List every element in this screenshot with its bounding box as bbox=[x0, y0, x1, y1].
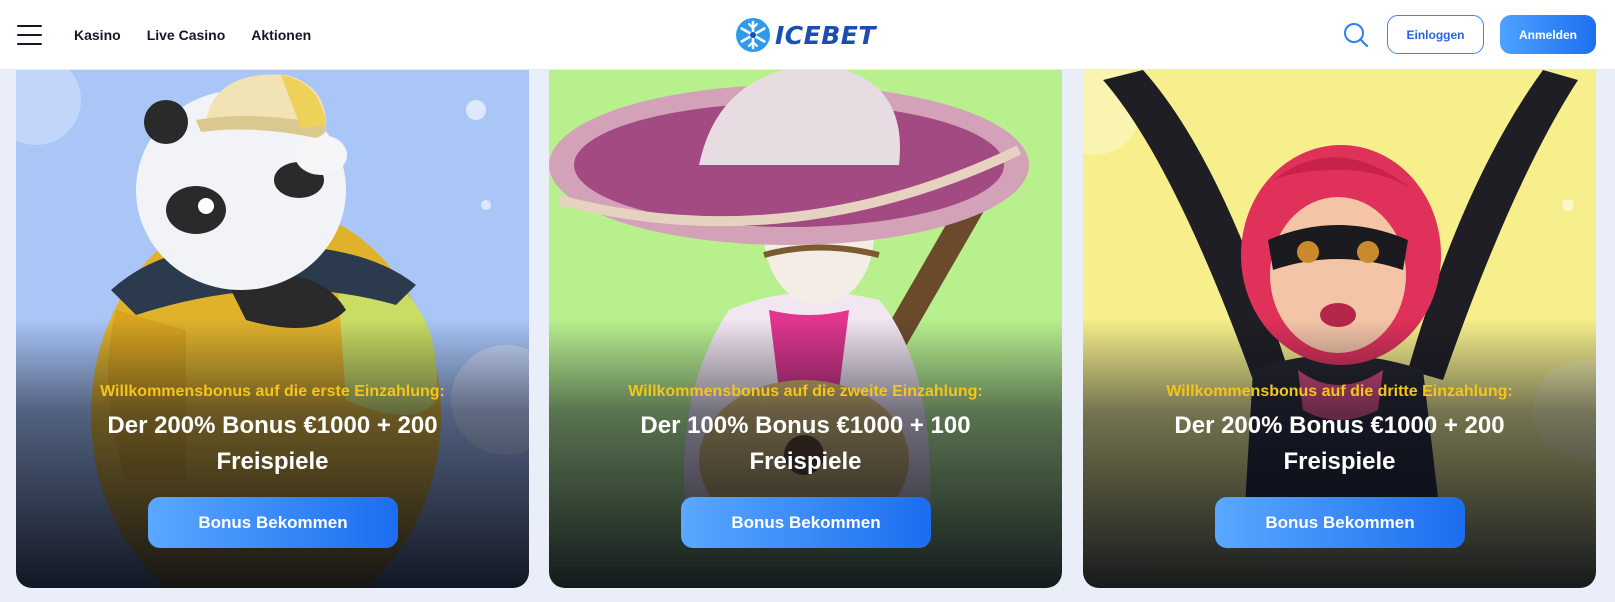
get-bonus-button[interactable]: Bonus Bekommen bbox=[148, 497, 398, 548]
card-subtitle: Willkommensbonus auf die erste Einzahlun… bbox=[100, 383, 445, 400]
card-title: Der 100% Bonus €1000 + 100 Freispiele bbox=[640, 412, 971, 475]
card-title: Der 200% Bonus €1000 + 200 Freispiele bbox=[1174, 412, 1505, 475]
nav-live-casino[interactable]: Live Casino bbox=[147, 27, 226, 43]
search-icon[interactable] bbox=[1342, 21, 1370, 49]
main-nav: Kasino Live Casino Aktionen bbox=[74, 0, 311, 70]
card-title: Der 200% Bonus €1000 + 200 Freispiele bbox=[107, 412, 438, 475]
snowflake-icon bbox=[736, 18, 770, 52]
bonus-card-first-deposit: Willkommensbonus auf die erste Einzahlun… bbox=[16, 70, 529, 588]
logo-text: ICEBET bbox=[775, 20, 876, 50]
card-subtitle: Willkommensbonus auf die zweite Einzahlu… bbox=[628, 383, 983, 400]
bonus-card-second-deposit: Willkommensbonus auf die zweite Einzahlu… bbox=[549, 70, 1062, 588]
login-button[interactable]: Einloggen bbox=[1387, 15, 1484, 54]
icebet-logo[interactable]: ICEBET bbox=[735, 15, 876, 55]
site-header: Kasino Live Casino Aktionen ICEBET Einlo… bbox=[0, 0, 1615, 70]
bonus-card-third-deposit: Willkommensbonus auf die dritte Einzahlu… bbox=[1083, 70, 1596, 588]
get-bonus-button[interactable]: Bonus Bekommen bbox=[1215, 497, 1465, 548]
get-bonus-button[interactable]: Bonus Bekommen bbox=[681, 497, 931, 548]
nav-kasino[interactable]: Kasino bbox=[74, 27, 121, 43]
card-subtitle: Willkommensbonus auf die dritte Einzahlu… bbox=[1166, 383, 1513, 400]
hamburger-menu-icon[interactable] bbox=[17, 25, 42, 45]
signup-button[interactable]: Anmelden bbox=[1500, 15, 1596, 54]
nav-aktionen[interactable]: Aktionen bbox=[251, 27, 311, 43]
